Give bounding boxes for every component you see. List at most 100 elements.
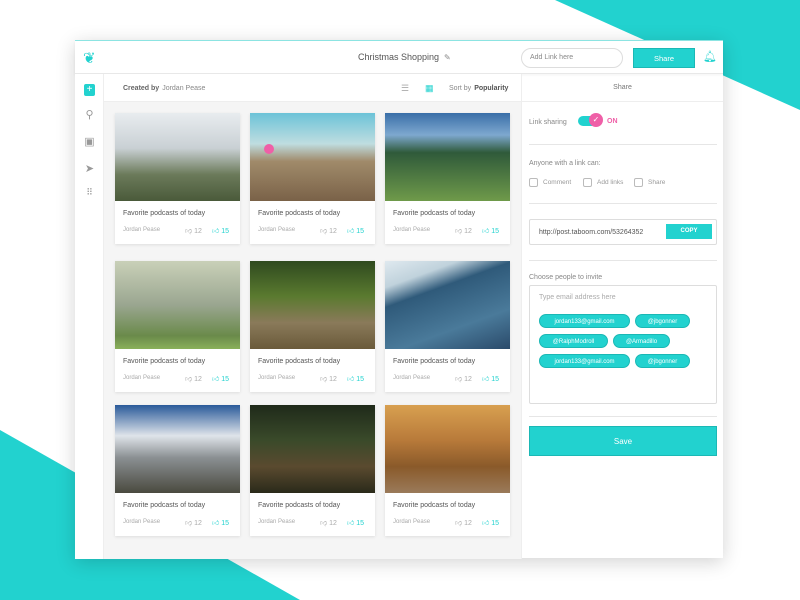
card-author: Jordan Pease	[123, 519, 161, 525]
card-author: Jordan Pease	[123, 227, 161, 233]
card-author: Jordan Pease	[258, 227, 296, 233]
board-title[interactable]: Christmas Shopping ✎	[358, 52, 451, 62]
card-image[interactable]	[115, 261, 240, 349]
add-link-input[interactable]: Add Link here	[521, 48, 623, 68]
card-title: Favorite podcasts of today	[123, 210, 206, 217]
dislike-button[interactable]: 👎︎ 12	[455, 374, 472, 383]
checkbox-icon	[634, 178, 643, 187]
dislike-button[interactable]: 👎︎ 12	[185, 518, 202, 527]
share-url-field[interactable]: http://post.taboom.com/53264352 COPY	[529, 219, 717, 245]
invite-input[interactable]: Type email address here jordan133@gmail.…	[529, 285, 717, 404]
pencil-icon[interactable]: ✎	[444, 53, 451, 62]
save-button[interactable]: Save	[529, 426, 717, 456]
dislike-count: 12	[329, 376, 337, 383]
header: ❦ Christmas Shopping ✎ Add Link here Shar…	[75, 41, 723, 74]
like-count: 15	[356, 376, 365, 383]
link-sharing-label: Link sharing	[529, 119, 567, 126]
board-card[interactable]: Favorite podcasts of today Jordan Pease …	[250, 405, 375, 536]
board-card[interactable]: Favorite podcasts of today Jordan Pease …	[250, 113, 375, 244]
thumbs-down-icon: 👎︎	[455, 376, 463, 383]
board-card[interactable]: Favorite podcasts of today Jordan Pease …	[115, 261, 240, 392]
board-card[interactable]: Favorite podcasts of today Jordan Pease …	[115, 405, 240, 536]
sort-label: Sort by	[449, 85, 472, 92]
card-image[interactable]	[250, 113, 375, 201]
copy-button[interactable]: COPY	[666, 224, 712, 239]
search-icon[interactable]: ⚲	[83, 108, 96, 121]
comment-checkbox[interactable]: Comment	[529, 178, 571, 187]
send-icon[interactable]: ➤	[83, 162, 96, 175]
main-content: Created by Jordan Pease ☰ ▦ Sort by Popula…	[104, 74, 521, 559]
check-icon[interactable]: ✓	[589, 113, 603, 127]
dislike-count: 12	[194, 520, 202, 527]
board-card[interactable]: Favorite podcasts of today Jordan Pease …	[385, 113, 510, 244]
title-text: Christmas Shopping	[358, 52, 440, 62]
like-button[interactable]: 👍︎ 15	[347, 226, 364, 235]
bell-icon[interactable]: 🔔︎	[703, 50, 717, 63]
board-card[interactable]: Favorite podcasts of today Jordan Pease …	[385, 405, 510, 536]
apps-icon[interactable]: ⠿	[83, 187, 96, 198]
divider	[529, 416, 717, 417]
card-image[interactable]	[250, 261, 375, 349]
dislike-count: 12	[464, 228, 472, 235]
invite-chip[interactable]: jordan133@gmail.com	[539, 354, 630, 368]
like-button[interactable]: 👍︎ 15	[482, 374, 499, 383]
card-title: Favorite podcasts of today	[258, 358, 341, 365]
dislike-button[interactable]: 👎︎ 12	[185, 226, 202, 235]
like-button[interactable]: 👍︎ 15	[347, 518, 364, 527]
like-button[interactable]: 👍︎ 15	[212, 374, 229, 383]
grid-view-icon[interactable]: ▦	[425, 83, 434, 94]
dislike-button[interactable]: 👎︎ 12	[320, 374, 337, 383]
like-button[interactable]: 👍︎ 15	[482, 518, 499, 527]
invite-chip[interactable]: @jbgonner	[635, 314, 690, 328]
thumbs-up-icon: 👍︎	[347, 376, 355, 383]
card-image[interactable]	[115, 113, 240, 201]
thumbs-down-icon: 👎︎	[320, 228, 328, 235]
card-image[interactable]	[115, 405, 240, 493]
dislike-button[interactable]: 👎︎ 12	[320, 518, 337, 527]
share-checkbox[interactable]: Share	[634, 178, 665, 187]
card-image[interactable]	[385, 261, 510, 349]
archive-icon[interactable]: ▣	[83, 135, 96, 148]
card-image[interactable]	[385, 113, 510, 201]
invite-placeholder: Type email address here	[539, 294, 616, 301]
invite-chip[interactable]: jordan133@gmail.com	[539, 314, 630, 328]
dislike-button[interactable]: 👎︎ 12	[185, 374, 202, 383]
board-card[interactable]: Favorite podcasts of today Jordan Pease …	[115, 113, 240, 244]
invite-chip[interactable]: @jbgonner	[635, 354, 690, 368]
invite-label: Choose people to invite	[529, 274, 603, 281]
dislike-button[interactable]: 👎︎ 12	[455, 226, 472, 235]
checkbox-label: Add links	[597, 179, 624, 187]
sort-value: Popularity	[474, 85, 509, 92]
thumbs-up-icon: 👍︎	[212, 376, 220, 383]
thumbs-down-icon: 👎︎	[320, 520, 328, 527]
dislike-count: 12	[194, 376, 202, 383]
board-card[interactable]: Favorite podcasts of today Jordan Pease …	[385, 261, 510, 392]
invite-chip[interactable]: @Armadillo	[613, 334, 670, 348]
card-author: Jordan Pease	[393, 519, 431, 525]
card-image[interactable]	[250, 405, 375, 493]
add-links-checkbox[interactable]: Add links	[583, 178, 623, 187]
card-image[interactable]	[385, 405, 510, 493]
wing-logo-icon[interactable]: ❦	[83, 49, 96, 67]
add-icon[interactable]: +	[84, 84, 95, 96]
card-title: Favorite podcasts of today	[258, 210, 341, 217]
like-button[interactable]: 👍︎ 15	[347, 374, 364, 383]
share-button[interactable]: Share	[633, 48, 695, 68]
like-button[interactable]: 👍︎ 15	[482, 226, 499, 235]
list-view-icon[interactable]: ☰	[401, 83, 409, 94]
like-button[interactable]: 👍︎ 15	[212, 518, 229, 527]
dislike-button[interactable]: 👎︎ 12	[455, 518, 472, 527]
like-count: 15	[491, 228, 500, 235]
anyone-label: Anyone with a link can:	[529, 160, 601, 167]
checkbox-icon	[583, 178, 592, 187]
board-card[interactable]: Favorite podcasts of today Jordan Pease …	[250, 261, 375, 392]
dislike-button[interactable]: 👎︎ 12	[320, 226, 337, 235]
checkbox-label: Comment	[543, 179, 572, 187]
like-button[interactable]: 👍︎ 15	[212, 226, 229, 235]
thumbs-down-icon: 👎︎	[185, 228, 193, 235]
card-title: Favorite podcasts of today	[393, 210, 476, 217]
dislike-count: 12	[194, 228, 202, 235]
card-title: Favorite podcasts of today	[393, 502, 476, 509]
sort-dropdown[interactable]: Sort by Popularity	[449, 85, 508, 92]
invite-chip[interactable]: @RalphModroll	[539, 334, 608, 348]
